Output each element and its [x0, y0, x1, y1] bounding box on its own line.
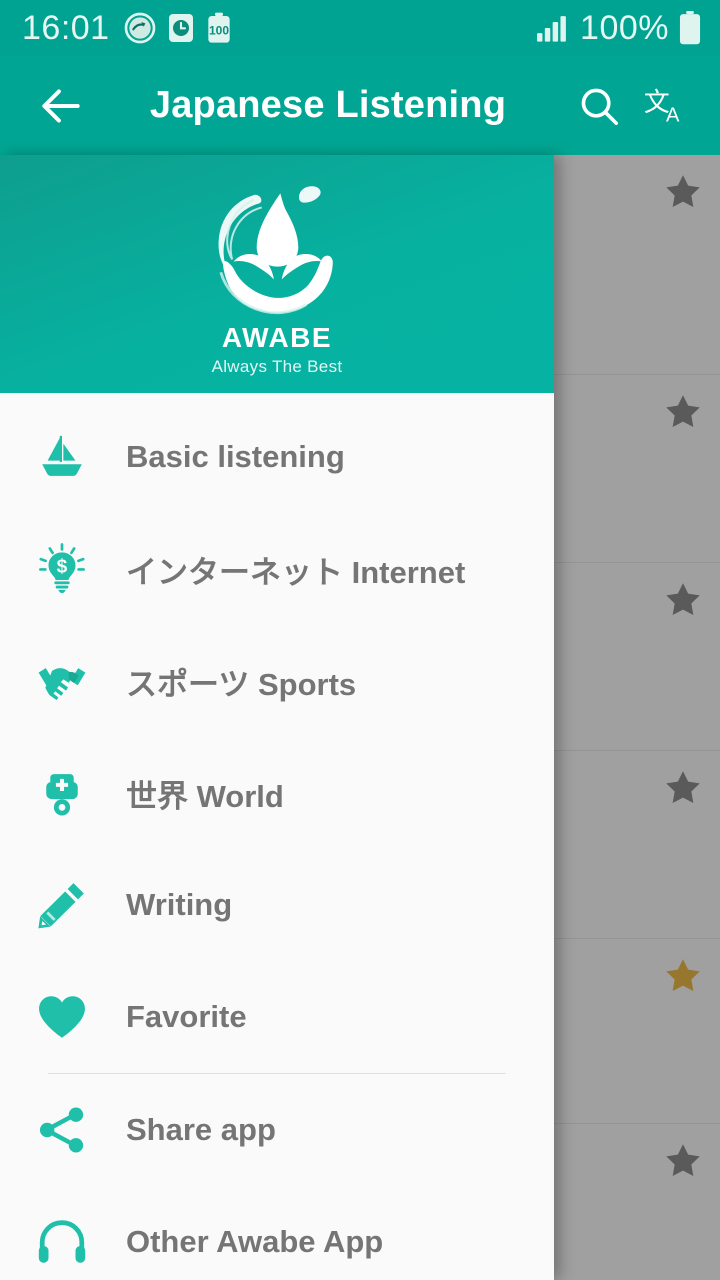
status-time: 16:01	[22, 8, 110, 47]
sidebar-item-basic-listening[interactable]: Basic listening	[0, 401, 554, 513]
favorite-star-icon[interactable]	[662, 767, 704, 809]
sidebar-item-label: Favorite	[126, 999, 247, 1034]
headphones-icon	[34, 1214, 90, 1270]
sidebar-item-sports[interactable]: スポーツ Sports	[0, 625, 554, 737]
sidebar-item-label: インターネット Internet	[126, 554, 466, 590]
drawer-menu: Basic listening $ インターネット Internet スポーツ …	[0, 393, 554, 1280]
search-button[interactable]	[566, 73, 632, 139]
back-button[interactable]	[28, 73, 94, 139]
sidebar-item-label: Writing	[126, 887, 233, 922]
app-badge-icon	[124, 12, 155, 44]
sailboat-icon	[34, 429, 90, 485]
translate-icon: 文 A	[644, 87, 680, 126]
signal-bars-icon	[537, 16, 566, 42]
sidebar-item-internet[interactable]: $ インターネット Internet	[0, 513, 554, 625]
favorite-star-icon[interactable]	[662, 579, 704, 621]
battery-percent-label: 100%	[580, 8, 669, 47]
sidebar-item-label: Share app	[126, 1112, 276, 1147]
sidebar-item-label: スポーツ Sports	[126, 666, 357, 702]
svg-text:A: A	[666, 104, 680, 126]
sidebar-item-share-app[interactable]: Share app	[0, 1074, 554, 1186]
battery-icon	[679, 11, 701, 45]
status-bar: 16:01 100 100%	[0, 0, 720, 56]
lightbulb-dollar-icon: $	[34, 541, 90, 597]
medical-badge-icon	[34, 765, 90, 821]
search-icon	[581, 88, 619, 125]
favorite-star-icon[interactable]	[662, 1140, 704, 1182]
favorite-star-icon[interactable]	[662, 391, 704, 433]
sidebar-item-writing[interactable]: Writing	[0, 849, 554, 961]
battery-level-label: 100	[209, 24, 229, 38]
sidebar-item-label: Other Awabe App	[126, 1224, 384, 1259]
sidebar-item-world[interactable]: 世界 World	[0, 737, 554, 849]
battery-saver-icon: 100	[207, 12, 230, 43]
favorite-star-icon[interactable]	[662, 171, 704, 213]
share-icon	[34, 1102, 90, 1158]
brand-name: AWABE	[221, 322, 333, 353]
app-bar: Japanese Listening 文 A	[0, 56, 720, 155]
drawer-header: AWABE Always The Best	[0, 155, 554, 393]
sidebar-item-favorite[interactable]: Favorite	[0, 961, 554, 1073]
favorite-star-icon-active[interactable]	[662, 955, 704, 997]
handshake-icon	[34, 653, 90, 709]
translate-button[interactable]: 文 A	[632, 73, 698, 139]
brand-tagline: Always The Best	[211, 357, 343, 376]
svg-text:$: $	[57, 557, 68, 578]
sidebar-item-label: 世界 World	[126, 778, 284, 814]
back-arrow-icon	[42, 88, 80, 123]
page-title: Japanese Listening	[149, 84, 507, 126]
sidebar-item-label: Basic listening	[126, 439, 345, 474]
awabe-lotus-logo	[218, 186, 333, 315]
heart-icon	[34, 989, 90, 1045]
alarm-clock-icon	[168, 14, 193, 42]
navigation-drawer[interactable]: AWABE Always The Best Basic listening $ …	[0, 155, 554, 1280]
sidebar-item-other-awabe-app[interactable]: Other Awabe App	[0, 1186, 554, 1280]
pencil-icon	[34, 877, 90, 933]
